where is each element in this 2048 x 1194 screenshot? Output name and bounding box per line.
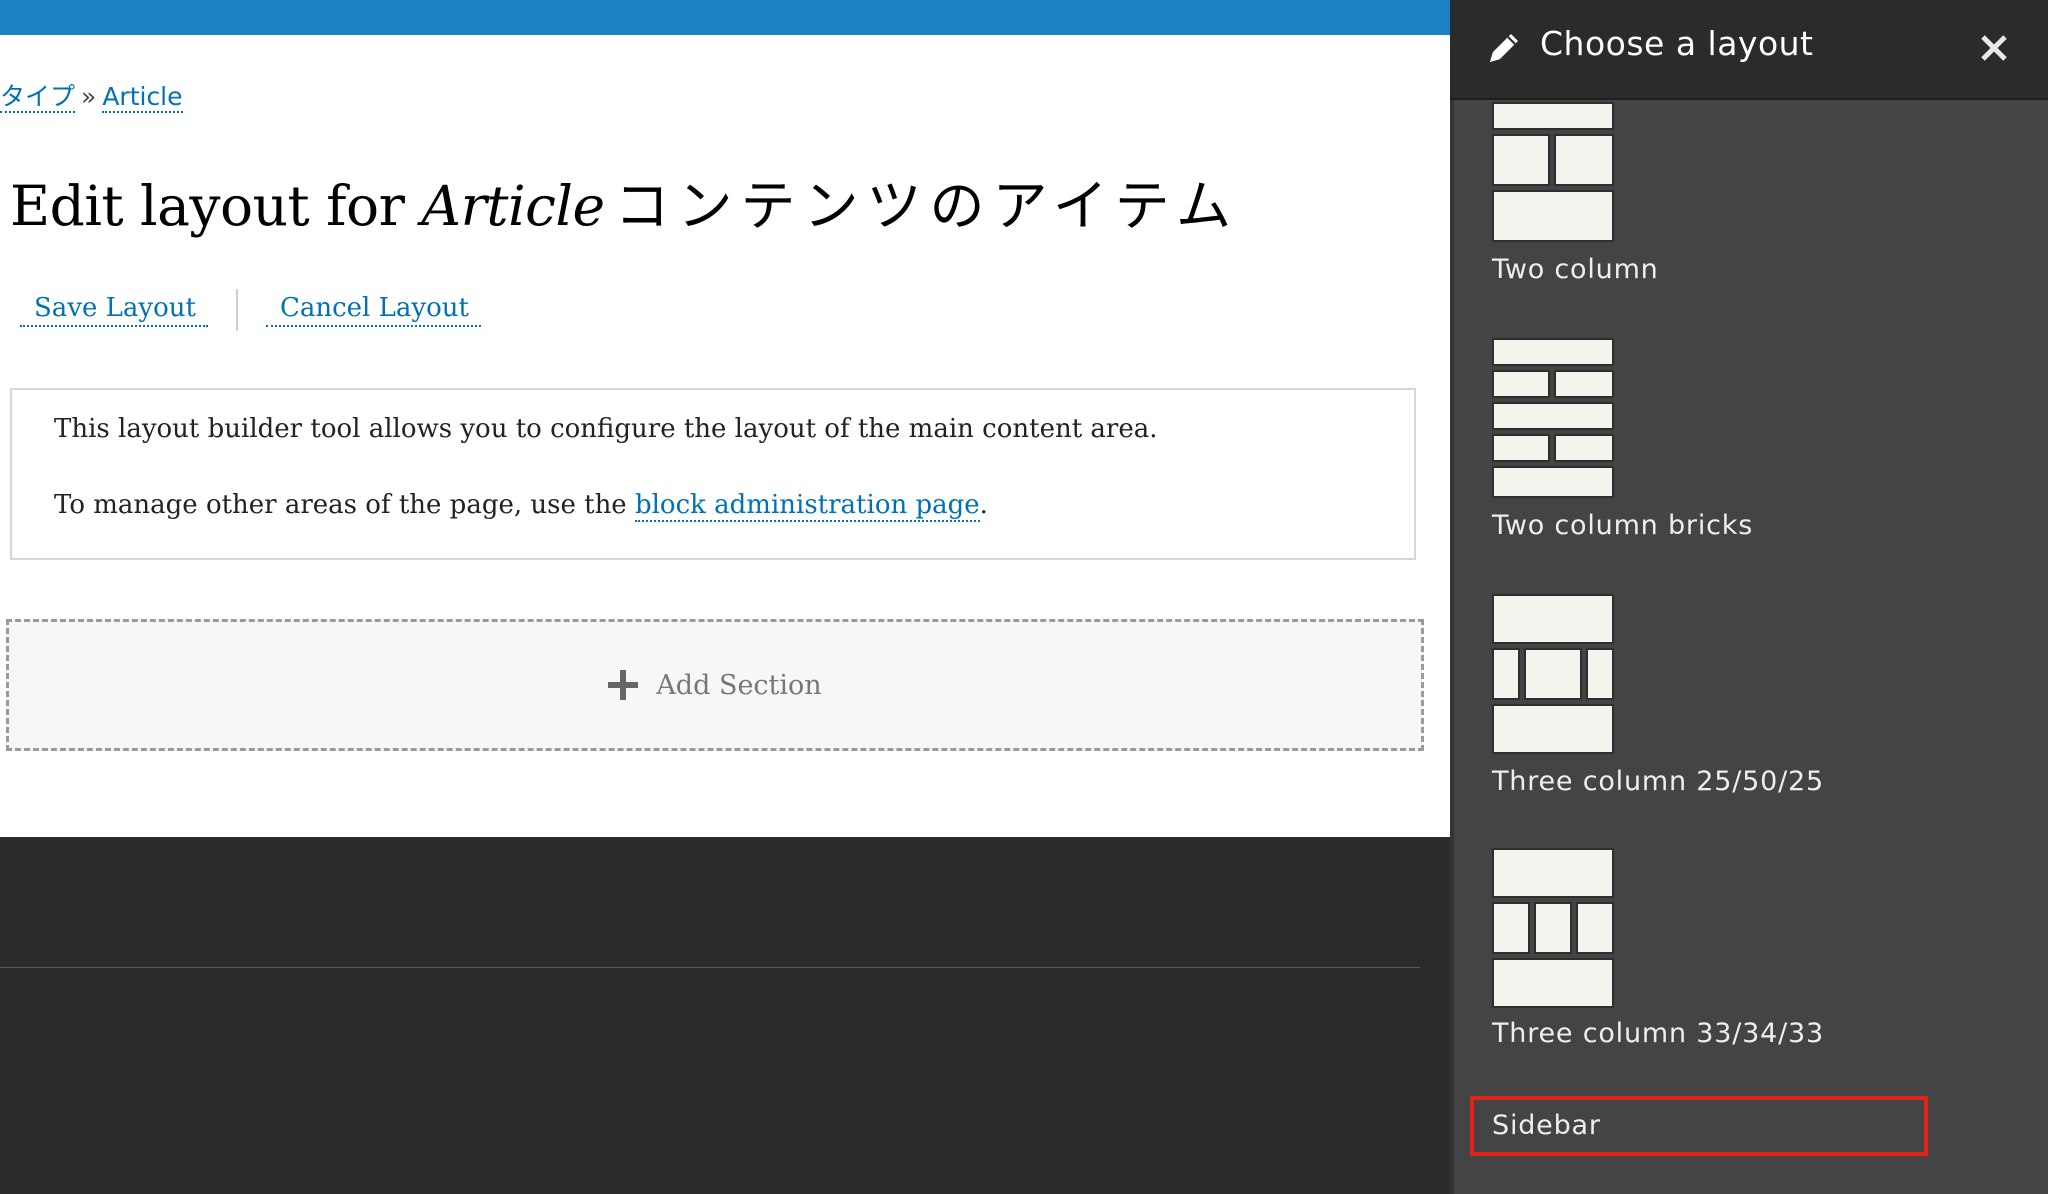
layout-block: [1492, 102, 1614, 130]
layout-block: [1492, 958, 1614, 1008]
dialog-title: Choose a layout: [1540, 24, 1814, 63]
admin-toolbar: [0, 0, 1450, 35]
layout-actions: Save Layout Cancel Layout: [20, 289, 481, 331]
layout-block: [1554, 434, 1614, 462]
main-content: タイプ» Article Edit layout for Article コンテンツ…: [0, 35, 1450, 837]
breadcrumb: タイプ» Article: [0, 77, 183, 113]
breadcrumb-separator: »: [81, 82, 97, 111]
layout-block: [1576, 902, 1614, 954]
layout-option-label: Sidebar: [1492, 1110, 1601, 1141]
layout-block: [1586, 648, 1614, 700]
layout-block: [1492, 190, 1614, 242]
page-title: Edit layout for Article コンテンツのアイテム: [10, 179, 1239, 234]
dialog-resize-edge[interactable]: [1450, 0, 1454, 1194]
layout-block: [1534, 902, 1572, 954]
layout-block: [1492, 902, 1530, 954]
block-administration-link[interactable]: block administration page: [634, 490, 980, 522]
two-column-layout-icon: [1492, 102, 1614, 242]
layout-block: [1492, 848, 1614, 898]
layout-option-sidebar[interactable]: Sidebar: [1470, 1096, 1928, 1156]
page-title-prefix: Edit layout for: [10, 174, 422, 238]
layout-builder-message: This layout builder tool allows you to c…: [10, 388, 1416, 560]
message-line-2-prefix: To manage other areas of the page, use t…: [54, 490, 635, 520]
cancel-layout-link[interactable]: Cancel Layout: [265, 293, 481, 327]
layout-block: [1492, 370, 1550, 398]
message-line-1: This layout builder tool allows you to c…: [54, 414, 1158, 444]
layout-option-label: Three column 25/50/25: [1492, 766, 1824, 797]
breadcrumb-item-article[interactable]: Article: [102, 82, 183, 113]
plus-icon: [608, 670, 639, 700]
layout-block: [1554, 134, 1614, 186]
page-title-suffix: コンテンツのアイテム: [614, 174, 1240, 238]
message-line-2-suffix: .: [979, 490, 988, 520]
message-line-2: To manage other areas of the page, use t…: [54, 490, 988, 522]
layout-option-label: Two column: [1492, 254, 1659, 285]
choose-layout-dialog: Choose a layout Two column Two column br…: [1450, 0, 2048, 1194]
add-section-content: Add Section: [608, 669, 822, 701]
two-column-bricks-layout-icon: [1492, 338, 1614, 498]
layout-block: [1492, 402, 1614, 430]
layout-option-label: Two column bricks: [1492, 510, 1754, 541]
page-footer: [0, 837, 1450, 1194]
add-section-button[interactable]: Add Section: [6, 619, 1424, 751]
layout-option-two-column[interactable]: Two column: [1492, 102, 1942, 292]
layout-block: [1492, 648, 1520, 700]
layout-option-three-column-25-50-25[interactable]: Three column 25/50/25: [1492, 594, 1942, 804]
layout-block: [1492, 466, 1614, 498]
three-column-25-50-25-layout-icon: [1492, 594, 1614, 754]
page-title-entity: Article: [421, 174, 605, 238]
layout-block: [1492, 338, 1614, 366]
add-section-label: Add Section: [656, 669, 822, 701]
three-column-33-34-33-layout-icon: [1492, 848, 1614, 1008]
layout-block: [1492, 134, 1550, 186]
pencil-icon: [1490, 34, 1518, 62]
layout-block: [1492, 434, 1550, 462]
layout-block: [1554, 370, 1614, 398]
save-layout-link[interactable]: Save Layout: [20, 293, 208, 327]
dialog-header: Choose a layout: [1450, 0, 2048, 100]
breadcrumb-item-type[interactable]: タイプ: [0, 82, 76, 113]
layout-option-label: Three column 33/34/33: [1492, 1018, 1824, 1049]
layout-block: [1492, 594, 1614, 644]
layout-option-two-column-bricks[interactable]: Two column bricks: [1492, 338, 1942, 548]
footer-divider: [0, 967, 1420, 968]
layout-block: [1492, 704, 1614, 754]
layout-option-three-column-33-34-33[interactable]: Three column 33/34/33: [1492, 848, 1942, 1058]
close-icon[interactable]: [1974, 28, 2014, 68]
layout-block: [1524, 648, 1582, 700]
action-divider: [235, 289, 238, 331]
